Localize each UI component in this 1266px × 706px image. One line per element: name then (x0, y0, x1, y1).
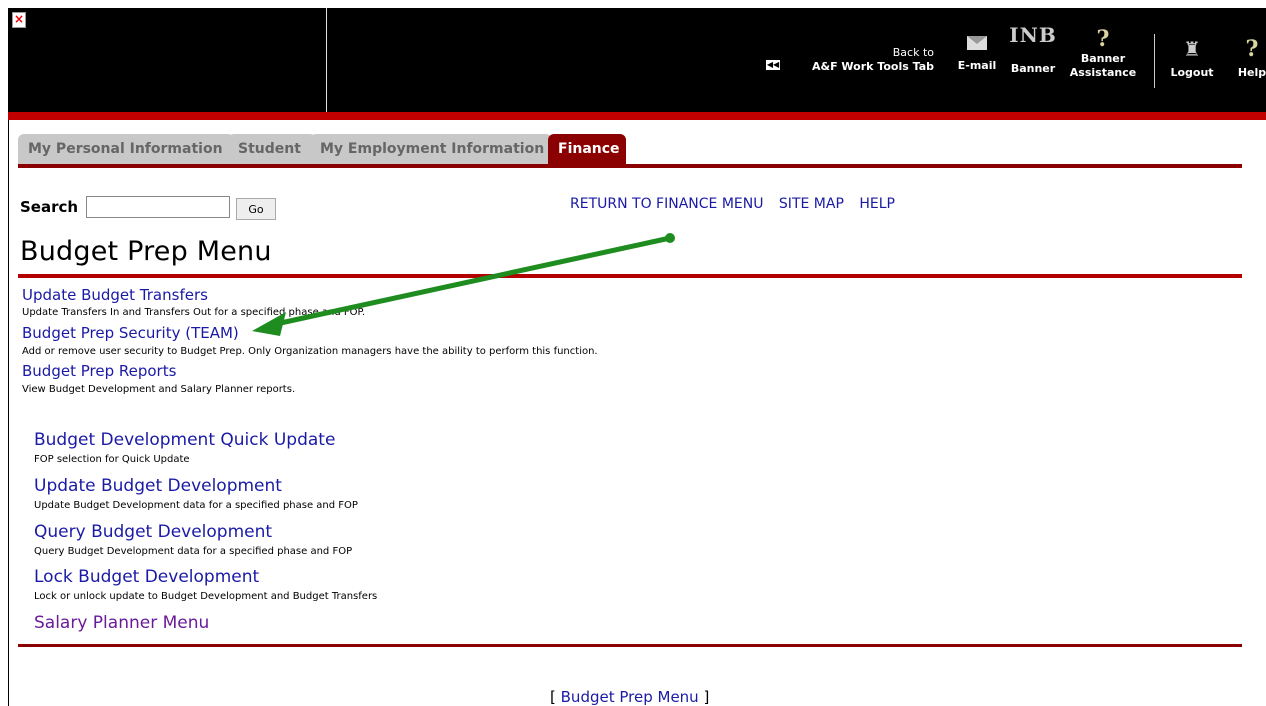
banner-label: Banner (1010, 62, 1056, 75)
assist-line2: Assistance (1069, 66, 1137, 79)
update-budget-development-desc: Update Budget Development data for a spe… (34, 500, 358, 511)
site-map-link[interactable]: SITE MAP (779, 196, 844, 212)
header-red-rule (8, 112, 1266, 120)
footer-open-bracket: [ (550, 688, 556, 706)
budget-prep-security-desc: Add or remove user security to Budget Pr… (22, 346, 598, 357)
update-budget-transfers-link[interactable]: Update Budget Transfers (22, 286, 208, 304)
quick-update-desc: FOP selection for Quick Update (34, 454, 190, 465)
top-header: × ◀◀ Back to A&F Work Tools Tab E-mail I… (8, 8, 1266, 112)
broken-image-icon: × (12, 12, 26, 28)
header-divider (1154, 34, 1155, 88)
email-link[interactable]: E-mail (952, 36, 1002, 73)
rewind-icon: ◀◀ (766, 60, 780, 70)
assist-line1: Banner (1080, 52, 1126, 65)
help-question-icon: ? (1245, 36, 1259, 62)
budget-prep-reports-desc: View Budget Development and Salary Plann… (22, 384, 296, 395)
update-budget-transfers-desc: Update Transfers In and Transfers Out fo… (22, 307, 366, 318)
logout-link[interactable]: ♜ Logout (1162, 36, 1222, 80)
search-input[interactable] (86, 196, 230, 218)
tab-my-employment-information[interactable]: My Employment Information (310, 134, 552, 164)
footer-nav: [ Budget Prep Menu ] (550, 688, 709, 706)
budget-development-quick-update-link[interactable]: Budget Development Quick Update (34, 430, 335, 450)
search-label: Search (20, 198, 79, 216)
lock-budget-development-link[interactable]: Lock Budget Development (34, 567, 259, 587)
page-frame: × ◀◀ Back to A&F Work Tools Tab E-mail I… (0, 8, 1266, 706)
inb-logo-icon: INB (1009, 23, 1057, 47)
return-to-finance-menu-link[interactable]: RETURN TO FINANCE MENU (570, 196, 763, 212)
page-title: Budget Prep Menu (20, 236, 272, 267)
salary-planner-menu-link[interactable]: Salary Planner Menu (34, 613, 209, 633)
banner-link[interactable]: INB Banner (1008, 22, 1058, 76)
query-budget-development-link[interactable]: Query Budget Development (34, 522, 272, 542)
help-link[interactable]: ? Help (1230, 36, 1266, 80)
tab-my-personal-information[interactable]: My Personal Information (18, 134, 234, 164)
budget-prep-security-link[interactable]: Budget Prep Security (TEAM) (22, 324, 239, 342)
back-to-tab-link[interactable]: ◀◀ Back to A&F Work Tools Tab (766, 46, 934, 74)
envelope-icon (967, 36, 987, 50)
logout-icon: ♜ (1183, 37, 1201, 61)
footer-budget-prep-menu-link[interactable]: Budget Prep Menu (561, 688, 699, 706)
logo-area: × (8, 8, 327, 112)
update-budget-development-link[interactable]: Update Budget Development (34, 476, 282, 496)
lock-budget-development-desc: Lock or unlock update to Budget Developm… (34, 591, 378, 602)
go-button[interactable]: Go (236, 198, 276, 220)
question-icon: ? (1096, 26, 1110, 52)
query-budget-development-desc: Query Budget Development data for a spec… (34, 546, 353, 557)
title-red-rule (18, 274, 1242, 278)
banner-assistance-link[interactable]: ? Banner Assistance (1062, 26, 1144, 80)
budget-prep-reports-link[interactable]: Budget Prep Reports (22, 362, 176, 380)
tab-finance[interactable]: Finance (548, 134, 626, 164)
back-line2: A&F Work Tools Tab (811, 60, 934, 73)
help-label: Help (1237, 66, 1266, 79)
tab-underline (18, 164, 1242, 168)
back-line1: Back to (892, 46, 934, 59)
footer-close-bracket: ] (703, 688, 710, 706)
top-nav-links: RETURN TO FINANCE MENU SITE MAP HELP (570, 196, 906, 212)
bottom-red-rule (18, 644, 1242, 647)
email-label: E-mail (957, 59, 997, 72)
help-top-link[interactable]: HELP (859, 196, 895, 212)
tab-student[interactable]: Student (228, 134, 316, 164)
logout-label: Logout (1170, 66, 1214, 79)
